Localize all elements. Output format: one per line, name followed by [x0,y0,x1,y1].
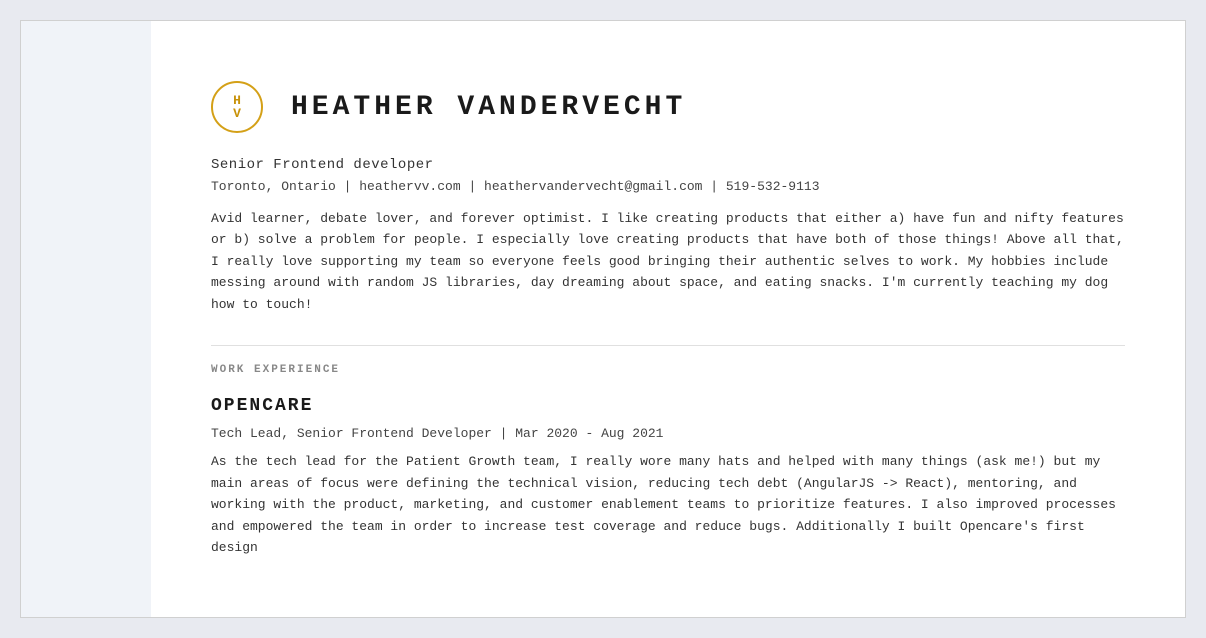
job-title: Senior Frontend developer [211,157,1125,173]
section-divider [211,345,1125,346]
contact-info: Toronto, Ontario | heathervv.com | heath… [211,179,1125,194]
full-name: HEATHER VANDERVECHT [291,92,686,123]
company-name-opencare: OPENCARE [211,396,1125,416]
header-section: H V HEATHER VANDERVECHT [211,81,1125,133]
avatar-letter-v: V [233,107,241,120]
avatar: H V [211,81,263,133]
left-sidebar [21,21,151,617]
position-opencare: Tech Lead, Senior Frontend Developer | M… [211,426,1125,441]
company-opencare: OPENCARE Tech Lead, Senior Frontend Deve… [211,396,1125,558]
resume-page: H V HEATHER VANDERVECHT Senior Frontend … [20,20,1186,618]
experience-description-opencare: As the tech lead for the Patient Growth … [211,451,1125,558]
bio-text: Avid learner, debate lover, and forever … [211,208,1125,315]
main-content: H V HEATHER VANDERVECHT Senior Frontend … [151,21,1185,617]
work-experience-label: WORK EXPERIENCE [211,364,1125,376]
